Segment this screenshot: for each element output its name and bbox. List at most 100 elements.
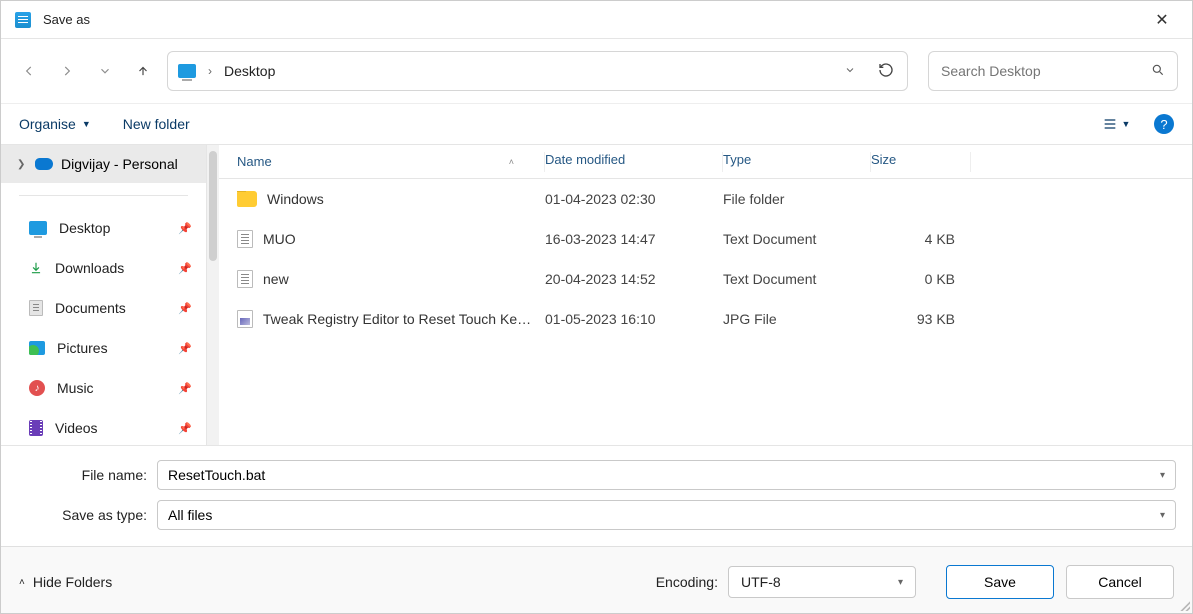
toolbar: Organise ▼ New folder ▼ ? bbox=[1, 103, 1192, 145]
hide-folders-button[interactable]: ˄ Hide Folders bbox=[19, 574, 112, 590]
downloads-icon bbox=[29, 261, 43, 275]
file-row[interactable]: Tweak Registry Editor to Reset Touch Key… bbox=[219, 299, 1192, 339]
file-date: 16-03-2023 14:47 bbox=[545, 231, 723, 247]
search-input[interactable] bbox=[941, 63, 1151, 79]
pin-icon: 📌 bbox=[178, 302, 192, 315]
file-date: 01-04-2023 02:30 bbox=[545, 191, 723, 207]
pictures-icon bbox=[29, 341, 45, 355]
encoding-select[interactable]: UTF-8 ▾ bbox=[728, 566, 916, 598]
window-title: Save as bbox=[43, 12, 90, 27]
chevron-right-icon: › bbox=[208, 64, 212, 78]
file-name-value: ResetTouch.bat bbox=[168, 467, 265, 483]
save-button[interactable]: Save bbox=[946, 565, 1054, 599]
scrollbar-thumb[interactable] bbox=[209, 151, 217, 261]
close-icon[interactable]: ✕ bbox=[1142, 10, 1182, 30]
sidebar-scrollbar[interactable] bbox=[207, 145, 219, 445]
sort-indicator-icon: ˄ bbox=[509, 157, 514, 167]
app-icon bbox=[15, 12, 31, 28]
sidebar-item-label: Music bbox=[57, 380, 94, 396]
search-box[interactable] bbox=[928, 51, 1178, 91]
image-file-icon bbox=[237, 310, 253, 328]
up-button[interactable] bbox=[129, 53, 157, 89]
file-type: File folder bbox=[723, 191, 871, 207]
sidebar-group-onedrive[interactable]: ❯ Digvijay - Personal bbox=[1, 145, 206, 183]
file-name: Windows bbox=[267, 191, 324, 207]
file-name: new bbox=[263, 271, 289, 287]
bottom-bar: ˄ Hide Folders Encoding: UTF-8 ▾ Save Ca… bbox=[1, 546, 1192, 613]
file-date: 01-05-2023 16:10 bbox=[545, 311, 723, 327]
sidebar-item-documents[interactable]: Documents 📌 bbox=[1, 288, 206, 328]
breadcrumb-location[interactable]: Desktop bbox=[224, 63, 275, 79]
new-folder-button[interactable]: New folder bbox=[123, 116, 190, 132]
documents-icon bbox=[29, 300, 43, 316]
encoding-value: UTF-8 bbox=[741, 574, 781, 590]
file-type: Text Document bbox=[723, 271, 871, 287]
refresh-button[interactable] bbox=[875, 62, 897, 81]
pin-icon: 📌 bbox=[178, 262, 192, 275]
pin-icon: 📌 bbox=[178, 382, 192, 395]
file-row[interactable]: new 20-04-2023 14:52 Text Document 0 KB bbox=[219, 259, 1192, 299]
forward-button[interactable] bbox=[53, 53, 81, 89]
sidebar-item-label: Desktop bbox=[59, 220, 110, 236]
form-area: File name: ResetTouch.bat ▾ Save as type… bbox=[1, 445, 1192, 546]
music-icon: ♪ bbox=[29, 380, 45, 396]
nav-row: › Desktop bbox=[1, 39, 1192, 103]
help-button[interactable]: ? bbox=[1154, 114, 1174, 134]
chevron-down-icon[interactable]: ▾ bbox=[1160, 470, 1165, 481]
sidebar-item-label: Pictures bbox=[57, 340, 108, 356]
sidebar-item-desktop[interactable]: Desktop 📌 bbox=[1, 208, 206, 248]
titlebar: Save as ✕ bbox=[1, 1, 1192, 39]
pin-icon: 📌 bbox=[178, 342, 192, 355]
sidebar-group-label: Digvijay - Personal bbox=[61, 156, 178, 172]
chevron-right-icon: ❯ bbox=[17, 159, 27, 170]
organise-button[interactable]: Organise ▼ bbox=[19, 116, 91, 132]
save-as-type-value: All files bbox=[168, 507, 212, 523]
chevron-down-icon[interactable]: ▾ bbox=[898, 577, 903, 588]
resize-grip[interactable] bbox=[1178, 599, 1190, 611]
file-row[interactable]: Windows 01-04-2023 02:30 File folder bbox=[219, 179, 1192, 219]
file-size: 0 KB bbox=[871, 271, 971, 287]
save-as-type-label: Save as type: bbox=[17, 507, 157, 523]
column-headers: Name ˄ Date modified Type Size bbox=[219, 145, 1192, 179]
sidebar-item-music[interactable]: ♪ Music 📌 bbox=[1, 368, 206, 408]
column-header-size[interactable]: Size bbox=[871, 152, 971, 172]
column-header-date[interactable]: Date modified bbox=[545, 152, 723, 172]
column-header-type[interactable]: Type bbox=[723, 152, 871, 172]
pin-icon: 📌 bbox=[178, 222, 192, 235]
column-header-name[interactable]: Name ˄ bbox=[237, 152, 545, 172]
sidebar-item-videos[interactable]: Videos 📌 bbox=[1, 408, 206, 445]
sidebar-item-label: Videos bbox=[55, 420, 98, 436]
save-as-type-select[interactable]: All files ▾ bbox=[157, 500, 1176, 530]
address-dropdown-button[interactable] bbox=[839, 63, 861, 79]
address-bar[interactable]: › Desktop bbox=[167, 51, 908, 91]
file-list: Name ˄ Date modified Type Size Windows 0… bbox=[219, 145, 1192, 445]
videos-icon bbox=[29, 420, 43, 436]
search-icon bbox=[1151, 63, 1165, 80]
sidebar: ❯ Digvijay - Personal Desktop 📌 Download… bbox=[1, 145, 207, 445]
text-file-icon bbox=[237, 270, 253, 288]
back-button[interactable] bbox=[15, 53, 43, 89]
folder-icon bbox=[237, 191, 257, 207]
chevron-up-icon: ˄ bbox=[19, 577, 25, 588]
encoding-label: Encoding: bbox=[656, 574, 718, 590]
desktop-icon bbox=[178, 64, 196, 78]
sidebar-item-label: Downloads bbox=[55, 260, 124, 276]
sidebar-item-label: Documents bbox=[55, 300, 126, 316]
pin-icon: 📌 bbox=[178, 422, 192, 435]
file-date: 20-04-2023 14:52 bbox=[545, 271, 723, 287]
file-name-input[interactable]: ResetTouch.bat ▾ bbox=[157, 460, 1176, 490]
sidebar-item-downloads[interactable]: Downloads 📌 bbox=[1, 248, 206, 288]
chevron-down-icon[interactable]: ▾ bbox=[1160, 510, 1165, 521]
cancel-button[interactable]: Cancel bbox=[1066, 565, 1174, 599]
file-row[interactable]: MUO 16-03-2023 14:47 Text Document 4 KB bbox=[219, 219, 1192, 259]
file-name: Tweak Registry Editor to Reset Touch Key… bbox=[263, 311, 533, 327]
onedrive-icon bbox=[35, 158, 53, 170]
sidebar-separator bbox=[19, 195, 188, 196]
text-file-icon bbox=[237, 230, 253, 248]
file-name-label: File name: bbox=[17, 467, 157, 483]
file-size: 93 KB bbox=[871, 311, 971, 327]
sidebar-item-pictures[interactable]: Pictures 📌 bbox=[1, 328, 206, 368]
view-options-button[interactable]: ▼ bbox=[1096, 116, 1136, 132]
file-size: 4 KB bbox=[871, 231, 971, 247]
recent-locations-button[interactable] bbox=[91, 53, 119, 89]
